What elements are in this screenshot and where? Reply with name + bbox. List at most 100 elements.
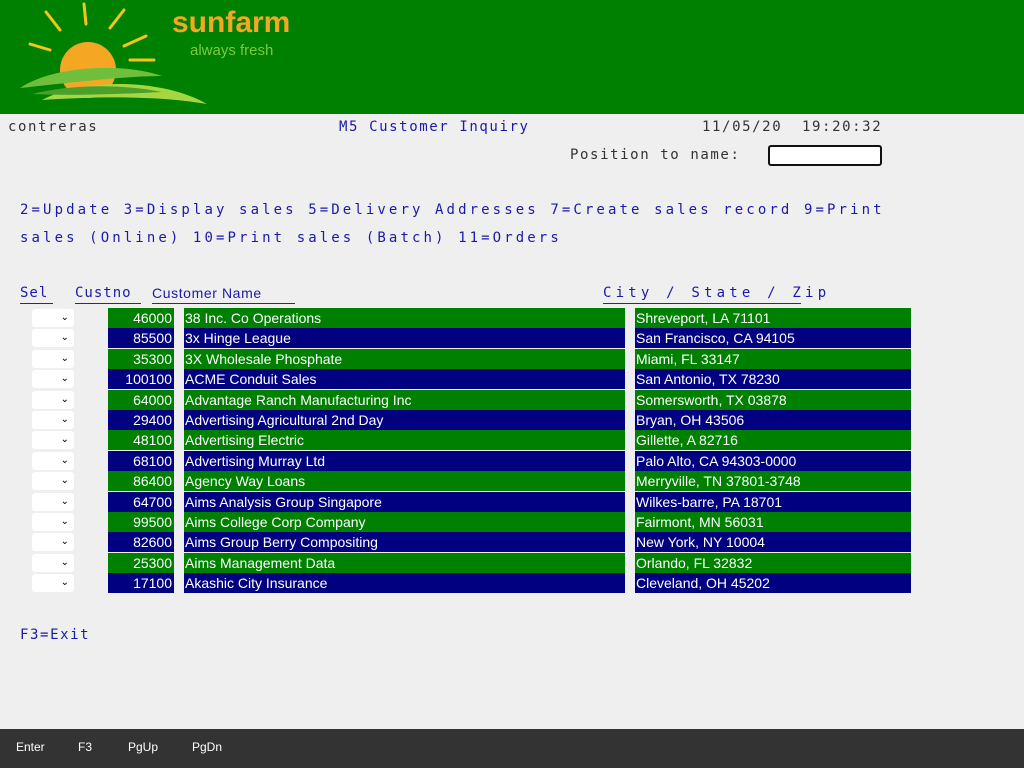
custno-cell: 86400 (108, 471, 174, 492)
column-header-custno: Custno (75, 285, 132, 301)
options-line-1: 2=Update 3=Display sales 5=Delivery Addr… (20, 202, 885, 218)
custno-cell: 48100 (108, 430, 174, 451)
city-state-zip-cell: Bryan, OH 43506 (635, 410, 911, 430)
table-row: ⌄ 100100 ACME Conduit Sales San Antonio, TX… (0, 369, 1024, 390)
chevron-down-icon: ⌄ (60, 393, 69, 405)
pgup-key-button[interactable]: PgUp (128, 740, 158, 754)
column-underline-name (152, 303, 295, 304)
chevron-down-icon: ⌄ (60, 373, 69, 385)
chevron-down-icon: ⌄ (60, 312, 69, 323)
row-select-dropdown[interactable]: ⌄ (32, 431, 74, 450)
custno-cell: 68100 (108, 450, 174, 471)
row-select-dropdown[interactable]: ⌄ (32, 451, 74, 470)
custno-cell: 99500 (108, 512, 174, 532)
customer-name-cell: Aims Management Data (184, 552, 625, 573)
table-row: ⌄ 86400 Agency Way Loans Merryville, TN 378… (0, 471, 1024, 492)
chevron-down-icon: ⌄ (60, 516, 69, 527)
table-row: ⌄ 48100 Advertising Electric Gillette, A 82… (0, 430, 1024, 451)
column-header-sel: Sel (20, 285, 49, 301)
chevron-down-icon: ⌄ (60, 434, 69, 446)
enter-key-button[interactable]: Enter (16, 740, 45, 754)
customer-name-cell: 38 Inc. Co Operations (184, 308, 625, 328)
brand-name: sunfarm (172, 6, 291, 39)
row-select-dropdown[interactable]: ⌄ (32, 349, 74, 368)
position-label: Position to name: (570, 147, 741, 163)
table-row: ⌄ 68100 Advertising Murray Ltd Palo Alto, C… (0, 450, 1024, 471)
column-header-city: City / State / Zip (603, 285, 831, 301)
chevron-down-icon: ⌄ (60, 495, 69, 507)
chevron-down-icon: ⌄ (60, 536, 69, 548)
row-select-dropdown[interactable]: ⌄ (32, 390, 74, 409)
function-key-bar: Enter F3 PgUp PgDn (0, 729, 1024, 768)
row-select-dropdown[interactable]: ⌄ (32, 329, 74, 348)
table-row: ⌄ 64000 Advantage Ranch Manufacturing Inc S… (0, 389, 1024, 410)
chevron-down-icon: ⌄ (60, 454, 69, 466)
custno-cell: 64000 (108, 389, 174, 410)
city-state-zip-cell: Palo Alto, CA 94303-0000 (635, 450, 911, 471)
city-state-zip-cell: Miami, FL 33147 (635, 348, 911, 369)
custno-cell: 82600 (108, 532, 174, 553)
row-select-dropdown[interactable]: ⌄ (32, 472, 74, 491)
customer-name-cell: Aims Group Berry Compositing (184, 532, 625, 553)
chevron-down-icon: ⌄ (60, 352, 69, 364)
custno-cell: 29400 (108, 410, 174, 430)
city-state-zip-cell: Gillette, A 82716 (635, 430, 911, 451)
custno-cell: 17100 (108, 573, 174, 594)
city-state-zip-cell: Orlando, FL 32832 (635, 552, 911, 573)
time-display: 19:20:32 (802, 119, 883, 135)
brand-tagline: always fresh (190, 42, 274, 59)
column-underline-sel (20, 303, 53, 304)
date-display: 11/05/20 (702, 119, 783, 135)
table-row: ⌄ 25300 Aims Management Data Orlando, FL 32… (0, 552, 1024, 573)
customer-name-cell: 3X Wholesale Phosphate (184, 348, 625, 369)
customer-name-cell: Advertising Agricultural 2nd Day (184, 410, 625, 430)
f3-exit-hint: F3=Exit (20, 627, 91, 643)
table-row: ⌄ 35300 3X Wholesale Phosphate Miami, FL 33… (0, 348, 1024, 369)
user-name: contreras (8, 119, 99, 135)
pgdn-key-button[interactable]: PgDn (192, 740, 222, 754)
row-select-dropdown[interactable]: ⌄ (32, 513, 74, 531)
f3-key-button[interactable]: F3 (78, 740, 92, 754)
row-select-dropdown[interactable]: ⌄ (32, 574, 74, 593)
city-state-zip-cell: Shreveport, LA 71101 (635, 308, 911, 328)
row-select-dropdown[interactable]: ⌄ (32, 533, 74, 552)
chevron-down-icon: ⌄ (60, 475, 69, 487)
page-title: M5 Customer Inquiry (339, 119, 530, 135)
custno-cell: 100100 (108, 369, 174, 390)
table-row: ⌄ 29400 Advertising Agricultural 2nd Day Br… (0, 410, 1024, 430)
customer-name-cell: Advertising Electric (184, 430, 625, 451)
city-state-zip-cell: New York, NY 10004 (635, 532, 911, 553)
chevron-down-icon: ⌄ (60, 332, 69, 344)
row-select-dropdown[interactable]: ⌄ (32, 309, 74, 327)
table-row: ⌄ 17100 Akashic City Insurance Cleveland, O… (0, 573, 1024, 594)
row-select-dropdown[interactable]: ⌄ (32, 553, 74, 572)
chevron-down-icon: ⌄ (60, 577, 69, 589)
options-line-2: sales (Online) 10=Print sales (Batch) 11… (20, 230, 562, 246)
customer-name-cell: Aims Analysis Group Singapore (184, 491, 625, 512)
table-row: ⌄ 99500 Aims College Corp Company Fairmont,… (0, 512, 1024, 532)
customer-name-cell: Advertising Murray Ltd (184, 450, 625, 471)
row-select-dropdown[interactable]: ⌄ (32, 370, 74, 389)
position-to-name-input[interactable] (768, 145, 882, 166)
row-select-dropdown[interactable]: ⌄ (32, 411, 74, 429)
custno-cell: 85500 (108, 328, 174, 349)
header-bar: sunfarm always fresh (0, 0, 1024, 114)
row-select-dropdown[interactable]: ⌄ (32, 492, 74, 511)
city-state-zip-cell: Merryville, TN 37801-3748 (635, 471, 911, 492)
column-underline-city (603, 303, 801, 304)
column-underline-custno (75, 303, 141, 304)
column-header-customer-name: Customer Name (152, 285, 262, 301)
customer-name-cell: Advantage Ranch Manufacturing Inc (184, 389, 625, 410)
customer-name-cell: 3x Hinge League (184, 328, 625, 349)
table-row: ⌄ 82600 Aims Group Berry Compositing New Yo… (0, 532, 1024, 553)
custno-cell: 35300 (108, 348, 174, 369)
city-state-zip-cell: Wilkes-barre, PA 18701 (635, 491, 911, 512)
custno-cell: 64700 (108, 491, 174, 512)
city-state-zip-cell: San Francisco, CA 94105 (635, 328, 911, 349)
table-row: ⌄ 85500 3x Hinge League San Francisco, CA 9… (0, 328, 1024, 349)
table-row: ⌄ 64700 Aims Analysis Group Singapore Wilke… (0, 491, 1024, 512)
city-state-zip-cell: San Antonio, TX 78230 (635, 369, 911, 390)
city-state-zip-cell: Fairmont, MN 56031 (635, 512, 911, 532)
city-state-zip-cell: Somersworth, TX 03878 (635, 389, 911, 410)
city-state-zip-cell: Cleveland, OH 45202 (635, 573, 911, 594)
